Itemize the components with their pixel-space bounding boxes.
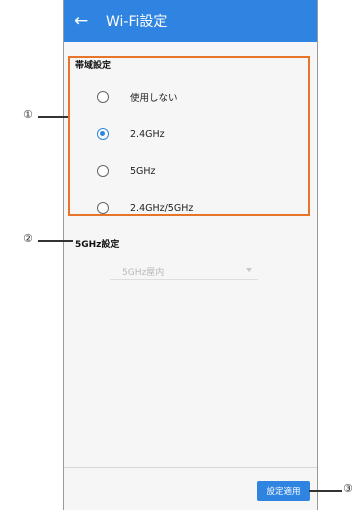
callout-line-three [309,490,342,492]
callout-line-one [38,116,68,118]
page-title: Wi-Fi設定 [106,14,168,30]
callout-line-two [38,240,73,242]
five-ghz-select: 5GHz屋内 [110,262,258,280]
arrow-left-icon[interactable]: ← [74,12,102,30]
five-ghz-section-title: 5GHz設定 [75,240,120,250]
band-highlight-box [68,56,310,216]
callout-two: ② [23,232,33,245]
callout-one: ① [23,108,33,121]
apply-settings-button[interactable]: 設定適用 [257,481,310,501]
footer-divider [64,467,317,468]
app-bar: ← Wi-Fi設定 [64,0,317,42]
chevron-down-icon [246,268,252,272]
callout-three: ③ [343,482,353,495]
select-value: 5GHz屋内 [122,268,165,278]
